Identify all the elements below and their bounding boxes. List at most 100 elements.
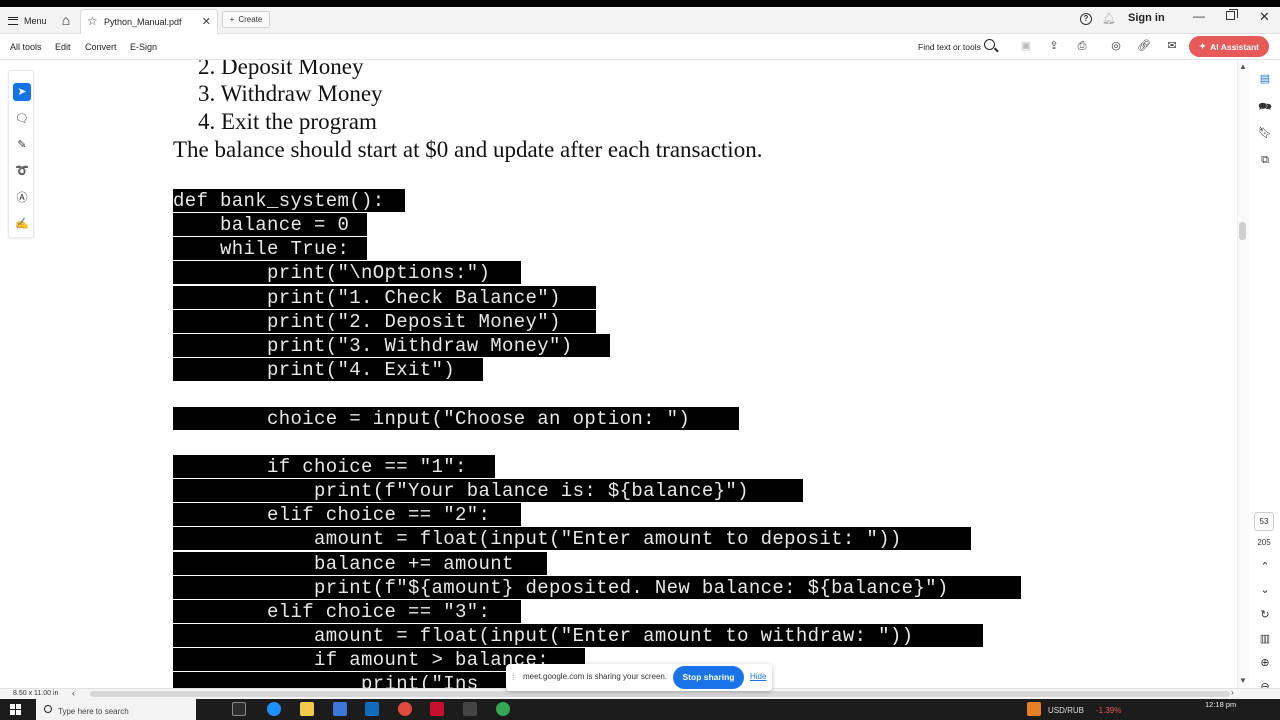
chevron-left-icon[interactable]: ‹ xyxy=(72,688,75,698)
edit-menu[interactable]: Edit xyxy=(55,42,71,52)
list-item: 3. Withdraw Money xyxy=(198,81,383,106)
mail-icon[interactable]: ✉ xyxy=(1165,39,1179,53)
scroll-down-icon[interactable]: ▼ xyxy=(1239,676,1247,685)
create-label: Create xyxy=(238,15,263,24)
total-pages: 205 xyxy=(1257,538,1271,547)
toolbar: All tools Edit Convert E-Sign Find text … xyxy=(0,34,1280,60)
windows-start-icon[interactable] xyxy=(10,704,21,715)
current-page-input[interactable]: 53 xyxy=(1254,512,1274,531)
top-strip xyxy=(0,0,1280,7)
code-line: print(f"${amount} deposited. New balance… xyxy=(173,577,949,599)
file-explorer-icon[interactable] xyxy=(300,702,314,716)
outlook-icon[interactable] xyxy=(365,702,379,716)
code-line: amount = float(input("Enter amount to de… xyxy=(173,528,902,550)
page-down-icon[interactable]: ⌄ xyxy=(1258,583,1272,597)
task-view-icon[interactable] xyxy=(232,702,246,716)
code-line: print("Ins xyxy=(173,673,479,688)
code-line: print("4. Exit") xyxy=(173,359,456,381)
tab-bar: Menu ⌂ ☆ Python_Manual.pdf ✕ + Create ? … xyxy=(0,7,1280,34)
plus-icon: + xyxy=(229,15,235,24)
esign-menu[interactable]: E-Sign xyxy=(130,42,157,52)
scroll-right-icon[interactable]: › xyxy=(1231,688,1234,697)
code-line: while True: xyxy=(173,238,350,260)
list-item: 4. Exit the program xyxy=(198,109,377,134)
quick-tools-panel: ➤ 🗨︎ ✎ ➰ Ⓐ ✍ xyxy=(8,70,34,238)
code-line: print("1. Check Balance") xyxy=(173,287,561,309)
help-icon[interactable]: ? xyxy=(1080,13,1092,25)
sign-icon[interactable]: ✍ xyxy=(13,215,31,233)
taskbar: Type here to search USD/RUB -1.39% 12:18… xyxy=(0,699,1280,720)
sign-in-button[interactable]: Sign in xyxy=(1128,12,1165,24)
hide-link[interactable]: Hide xyxy=(750,672,766,681)
taskbar-search-placeholder: Type here to search xyxy=(58,707,129,716)
code-line: balance += amount xyxy=(173,553,514,575)
drag-handle-icon[interactable]: ⁞ xyxy=(512,672,515,682)
bell-icon[interactable]: 🔔︎ xyxy=(1102,12,1116,25)
pages-icon[interactable]: ⧉ xyxy=(1258,153,1272,167)
ticker-change: -1.39% xyxy=(1096,706,1122,715)
chrome-icon[interactable] xyxy=(398,702,412,716)
page-up-icon[interactable]: ⌃ xyxy=(1258,560,1272,574)
scroll-thumb[interactable] xyxy=(1239,222,1246,240)
search-icon xyxy=(44,705,52,713)
restore-icon[interactable] xyxy=(1226,9,1238,20)
draw-freehand-icon[interactable]: ➰ xyxy=(13,162,31,180)
print-icon[interactable]: ⎙ xyxy=(1075,39,1089,53)
document-viewport[interactable]: 2. Deposit Money 3. Withdraw Money 4. Ex… xyxy=(42,60,1237,688)
code-line: choice = input("Choose an option: ") xyxy=(173,408,691,430)
home-icon[interactable]: ⌂ xyxy=(58,12,74,28)
ai-assistant-label: AI Assistant xyxy=(1210,41,1259,52)
code-line: balance = 0 xyxy=(173,214,350,236)
search-icon[interactable] xyxy=(984,39,995,50)
clock[interactable]: 12:18 pm xyxy=(1205,700,1236,709)
chrome-profile-icon[interactable] xyxy=(496,702,510,716)
code-line: amount = float(input("Enter amount to wi… xyxy=(173,625,914,647)
convert-menu[interactable]: Convert xyxy=(85,42,117,52)
add-comment-icon[interactable]: 🗨︎ xyxy=(13,110,31,128)
menu-label: Menu xyxy=(24,15,47,26)
list-item: 2. Deposit Money xyxy=(198,60,364,79)
all-tools-menu[interactable]: All tools xyxy=(10,42,42,52)
search-doc-icon[interactable]: ◎ xyxy=(1109,39,1123,53)
minimize-icon[interactable]: — xyxy=(1193,9,1205,23)
acrobat-icon[interactable] xyxy=(430,702,444,716)
edge-icon[interactable] xyxy=(267,702,281,716)
code-line: def bank_system(): xyxy=(173,190,385,212)
ticker-label[interactable]: USD/RUB xyxy=(1048,706,1084,715)
taskbar-search[interactable]: Type here to search xyxy=(36,699,196,720)
upload-icon[interactable]: ⇪ xyxy=(1047,39,1061,53)
menu-button[interactable]: Menu xyxy=(8,12,47,29)
highlight-pen-icon[interactable]: ✎ xyxy=(13,136,31,154)
scroll-up-icon[interactable]: ▲ xyxy=(1239,62,1247,71)
screen-share-bar: ⁞ meet.google.com is sharing your screen… xyxy=(506,664,772,691)
ai-assistant-button[interactable]: ✦ AI Assistant xyxy=(1189,36,1269,57)
find-text-label[interactable]: Find text or tools xyxy=(918,42,981,52)
zoom-in-icon[interactable]: ⊕ xyxy=(1258,656,1272,670)
stop-sharing-button[interactable]: Stop sharing xyxy=(673,666,744,689)
window-close-icon[interactable]: ✕ xyxy=(1259,9,1270,25)
hamburger-icon xyxy=(8,16,18,25)
vertical-scrollbar[interactable] xyxy=(1237,60,1249,688)
horizontal-scrollbar[interactable] xyxy=(90,691,1230,697)
right-rail: ▤ 🗪︎ 🔖︎ ⧉ ⌃ ⌄ ↻ ▥ ⊕ ⊖ xyxy=(1250,60,1280,693)
code-line: print("3. Withdraw Money") xyxy=(173,335,573,357)
page-size-label: 8.50 x 11.00 in xyxy=(13,690,59,697)
store-icon[interactable] xyxy=(333,702,347,716)
save-icon[interactable]: ▣ xyxy=(1019,39,1033,53)
code-line: if choice == "1": xyxy=(173,456,467,478)
comments-icon[interactable]: 🗪︎ xyxy=(1258,100,1272,114)
code-line: print("\nOptions:") xyxy=(173,262,491,284)
text-box-icon[interactable]: Ⓐ xyxy=(13,189,31,207)
terminal-icon[interactable] xyxy=(463,702,477,716)
link-icon[interactable]: 🔗︎ xyxy=(1137,39,1151,53)
select-tool-icon[interactable]: ➤ xyxy=(13,83,31,101)
page-fit-icon[interactable]: ▥ xyxy=(1258,632,1272,646)
rotate-icon[interactable]: ↻ xyxy=(1258,608,1272,622)
ai-summary-icon[interactable]: ▤ xyxy=(1258,72,1272,86)
star-icon[interactable]: ☆ xyxy=(87,14,98,28)
create-button[interactable]: + Create xyxy=(222,11,270,28)
close-icon[interactable]: ✕ xyxy=(202,15,211,28)
weather-icon[interactable] xyxy=(1027,702,1041,716)
document-tab[interactable]: ☆ Python_Manual.pdf ✕ xyxy=(80,9,218,34)
bookmark-icon[interactable]: 🔖︎ xyxy=(1258,126,1272,140)
